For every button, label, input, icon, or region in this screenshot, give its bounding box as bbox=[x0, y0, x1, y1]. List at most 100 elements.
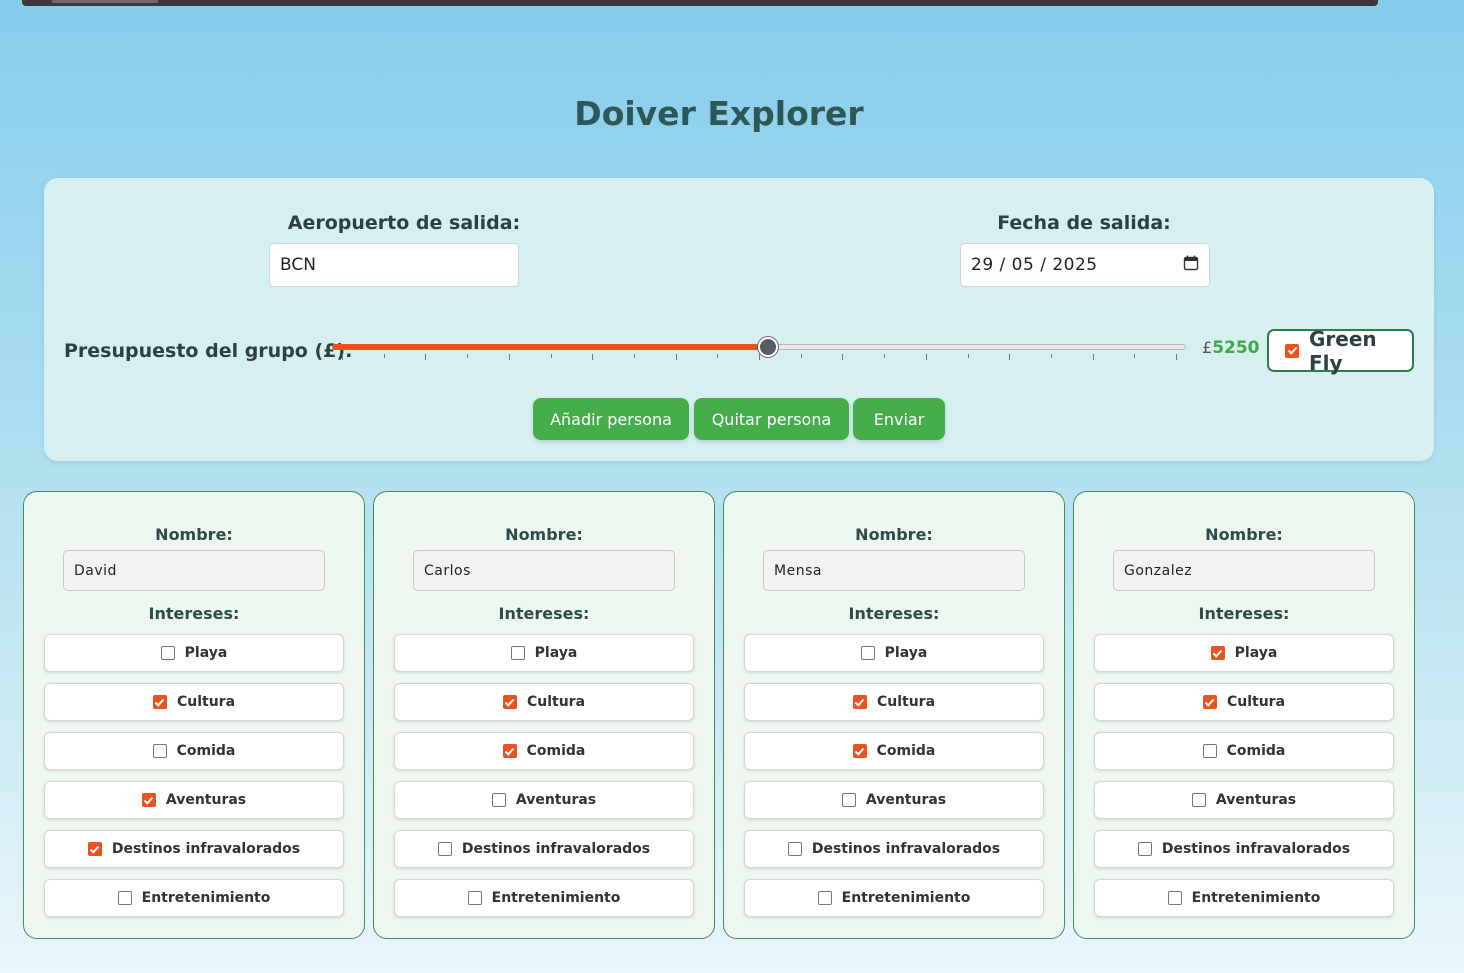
interest-label: Playa bbox=[184, 645, 228, 661]
interest-checkbox[interactable] bbox=[1202, 744, 1217, 758]
interest-checkbox[interactable] bbox=[1137, 842, 1152, 856]
slider-tick bbox=[717, 354, 718, 358]
interest-option[interactable]: Destinos infravalorados bbox=[44, 830, 344, 868]
interest-checkbox[interactable] bbox=[87, 842, 102, 856]
interest-label: Playa bbox=[1234, 645, 1278, 661]
calendar-icon[interactable] bbox=[1183, 255, 1199, 276]
interest-checkbox[interactable] bbox=[817, 891, 832, 905]
interest-label: Cultura bbox=[1226, 694, 1286, 710]
interest-option[interactable]: Entretenimiento bbox=[744, 879, 1044, 917]
interest-option[interactable]: Destinos infravalorados bbox=[394, 830, 694, 868]
slider-tick bbox=[592, 354, 593, 360]
interest-label: Playa bbox=[534, 645, 578, 661]
green-fly-toggle[interactable]: Green Fly bbox=[1267, 327, 1414, 375]
interest-checkbox[interactable] bbox=[841, 793, 856, 807]
interest-checkbox[interactable] bbox=[160, 646, 175, 660]
interest-checkbox[interactable] bbox=[852, 744, 867, 758]
interest-label: Destinos infravalorados bbox=[461, 841, 651, 857]
add-person-button[interactable]: Añadir persona bbox=[533, 398, 689, 440]
slider-tick bbox=[926, 354, 927, 360]
budget-slider-fill bbox=[332, 344, 768, 350]
interest-label: Destinos infravalorados bbox=[811, 841, 1001, 857]
interest-option[interactable]: Playa bbox=[394, 634, 694, 672]
interest-option[interactable]: Comida bbox=[394, 732, 694, 770]
interest-option[interactable]: Comida bbox=[744, 732, 1044, 770]
interest-option[interactable]: Comida bbox=[1094, 732, 1394, 770]
interest-option[interactable]: Entretenimiento bbox=[1094, 879, 1394, 917]
name-label: Nombre: bbox=[1205, 525, 1283, 544]
interest-option[interactable]: Destinos infravalorados bbox=[1094, 830, 1394, 868]
interest-checkbox[interactable] bbox=[787, 842, 802, 856]
slider-tick bbox=[551, 354, 552, 358]
interest-checkbox[interactable] bbox=[117, 891, 132, 905]
departure-airport-input[interactable]: BCN bbox=[269, 243, 519, 287]
slider-tick bbox=[968, 354, 969, 358]
interest-label: Entretenimiento bbox=[1191, 890, 1321, 906]
interest-option[interactable]: Aventuras bbox=[744, 781, 1044, 819]
person-name-input[interactable]: David bbox=[63, 550, 325, 591]
interest-option[interactable]: Playa bbox=[744, 634, 1044, 672]
interest-option[interactable]: Playa bbox=[1094, 634, 1394, 672]
slider-tick bbox=[1093, 354, 1094, 360]
interest-option[interactable]: Playa bbox=[44, 634, 344, 672]
person-card: Nombre: Carlos Intereses: Playa Cultura Comid… bbox=[373, 491, 715, 939]
person-name-input[interactable]: Mensa bbox=[763, 550, 1025, 591]
slider-tick bbox=[1051, 354, 1052, 358]
budget-currency: £ bbox=[1202, 338, 1213, 357]
interest-label: Aventuras bbox=[865, 792, 947, 808]
interest-option[interactable]: Aventuras bbox=[44, 781, 344, 819]
interest-option[interactable]: Aventuras bbox=[394, 781, 694, 819]
interest-checkbox[interactable] bbox=[502, 744, 517, 758]
interest-label: Destinos infravalorados bbox=[1161, 841, 1351, 857]
departure-date-label: Fecha de salida: bbox=[997, 212, 1171, 234]
page-title: Doiver Explorer bbox=[574, 94, 864, 133]
interests-label: Intereses: bbox=[848, 604, 940, 623]
budget-amount: 5250 bbox=[1212, 338, 1260, 358]
name-label: Nombre: bbox=[505, 525, 583, 544]
interest-checkbox[interactable] bbox=[1167, 891, 1182, 905]
interest-checkbox[interactable] bbox=[852, 695, 867, 709]
interest-checkbox[interactable] bbox=[467, 891, 482, 905]
interest-option[interactable]: Cultura bbox=[44, 683, 344, 721]
interest-checkbox[interactable] bbox=[152, 695, 167, 709]
departure-date-value: 29 / 05 / 2025 bbox=[971, 255, 1098, 275]
interest-checkbox[interactable] bbox=[491, 793, 506, 807]
interest-label: Comida bbox=[876, 743, 936, 759]
interest-option[interactable]: Cultura bbox=[394, 683, 694, 721]
person-name-input[interactable]: Gonzalez bbox=[1113, 550, 1375, 591]
interest-checkbox[interactable] bbox=[1202, 695, 1217, 709]
slider-tick bbox=[801, 354, 802, 358]
interest-checkbox[interactable] bbox=[437, 842, 452, 856]
remove-person-button[interactable]: Quitar persona bbox=[694, 398, 849, 440]
person-name-input[interactable]: Carlos bbox=[413, 550, 675, 591]
browser-tab[interactable] bbox=[52, 0, 158, 3]
submit-button[interactable]: Enviar bbox=[853, 398, 945, 440]
interest-checkbox[interactable] bbox=[1191, 793, 1206, 807]
interest-option[interactable]: Destinos infravalorados bbox=[744, 830, 1044, 868]
interest-checkbox[interactable] bbox=[1210, 646, 1225, 660]
interest-label: Cultura bbox=[176, 694, 236, 710]
interest-option[interactable]: Cultura bbox=[744, 683, 1044, 721]
slider-tick bbox=[342, 354, 343, 360]
slider-tick bbox=[384, 354, 385, 358]
interest-checkbox[interactable] bbox=[860, 646, 875, 660]
slider-tick bbox=[842, 354, 843, 360]
slider-tick bbox=[884, 354, 885, 358]
trip-form-panel: Aeropuerto de salida: BCN Fecha de salid… bbox=[44, 178, 1434, 461]
interest-option[interactable]: Aventuras bbox=[1094, 781, 1394, 819]
interest-option[interactable]: Entretenimiento bbox=[44, 879, 344, 917]
interests-label: Intereses: bbox=[498, 604, 590, 623]
interest-checkbox[interactable] bbox=[141, 793, 156, 807]
interests-label: Intereses: bbox=[148, 604, 240, 623]
slider-tick bbox=[759, 354, 760, 360]
interest-option[interactable]: Cultura bbox=[1094, 683, 1394, 721]
interest-option[interactable]: Entretenimiento bbox=[394, 879, 694, 917]
green-fly-checkbox[interactable] bbox=[1285, 343, 1299, 358]
budget-slider-thumb[interactable] bbox=[758, 337, 778, 357]
interest-checkbox[interactable] bbox=[152, 744, 167, 758]
interest-checkbox[interactable] bbox=[502, 695, 517, 709]
budget-label: Presupuesto del grupo (£): bbox=[64, 340, 353, 362]
interest-checkbox[interactable] bbox=[510, 646, 525, 660]
departure-date-input[interactable]: 29 / 05 / 2025 bbox=[960, 243, 1210, 287]
interest-option[interactable]: Comida bbox=[44, 732, 344, 770]
